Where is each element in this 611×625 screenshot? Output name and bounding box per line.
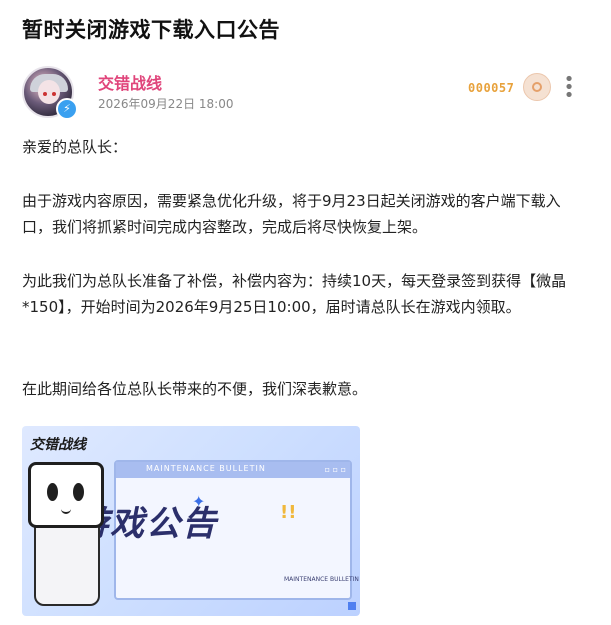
corner-mark-icon <box>348 602 356 610</box>
mascot-eye <box>47 483 58 501</box>
avatar-eye <box>43 92 47 96</box>
lightning-icon: ⚡ <box>56 98 78 120</box>
avatar-face <box>38 80 60 104</box>
banner-bar-text: MAINTENANCE BULLETIN <box>146 464 266 473</box>
paragraph-compensation: 为此我们为总队长准备了补偿，补偿内容为：持续10天，每天登录签到获得【微晶*15… <box>22 272 567 316</box>
post-date: 2026年09月22日 18:00 <box>98 97 234 111</box>
post-title: 暂时关闭游戏下载入口公告 <box>22 18 280 42</box>
mascot-head <box>28 462 104 528</box>
announcement-banner-image[interactable]: 交错战线 MAINTENANCE BULLETIN ▫ ▫ ▫ 游戏公告 !! … <box>22 426 360 616</box>
paragraph-reason: 由于游戏内容原因，需要紧急优化升级，将于9月23日起关闭游戏的客户端下载入口，我… <box>22 192 561 236</box>
banner-small-tag: MAINTENANCE BULLETIN <box>284 576 359 583</box>
paragraph-apology: 在此期间给各位总队长带来的不便，我们深表歉意。 <box>22 380 368 398</box>
window-controls-icon: ▫ ▫ ▫ <box>324 465 346 474</box>
author-name[interactable]: 交错战线 <box>98 70 162 94</box>
exclamation-icon: !! <box>280 502 297 523</box>
author-row: ⚡ 交错战线 2026年09月22日 18:00 000057 • • • <box>22 64 592 120</box>
game-logo: 交错战线 <box>30 437 86 453</box>
avatar-eye <box>52 92 56 96</box>
medal-icon <box>523 73 551 101</box>
mascot-eye <box>73 483 84 501</box>
more-options-icon[interactable]: • • • <box>562 71 576 105</box>
level-text: 000057 <box>468 81 515 95</box>
sparkle-icon: ✦ <box>192 492 206 511</box>
mascot-mouth <box>61 507 71 514</box>
banner-window-bar: MAINTENANCE BULLETIN ▫ ▫ ▫ <box>116 462 350 478</box>
level-badge: 000057 <box>468 73 551 103</box>
paragraph-greeting: 亲爱的总队长： <box>22 138 128 156</box>
